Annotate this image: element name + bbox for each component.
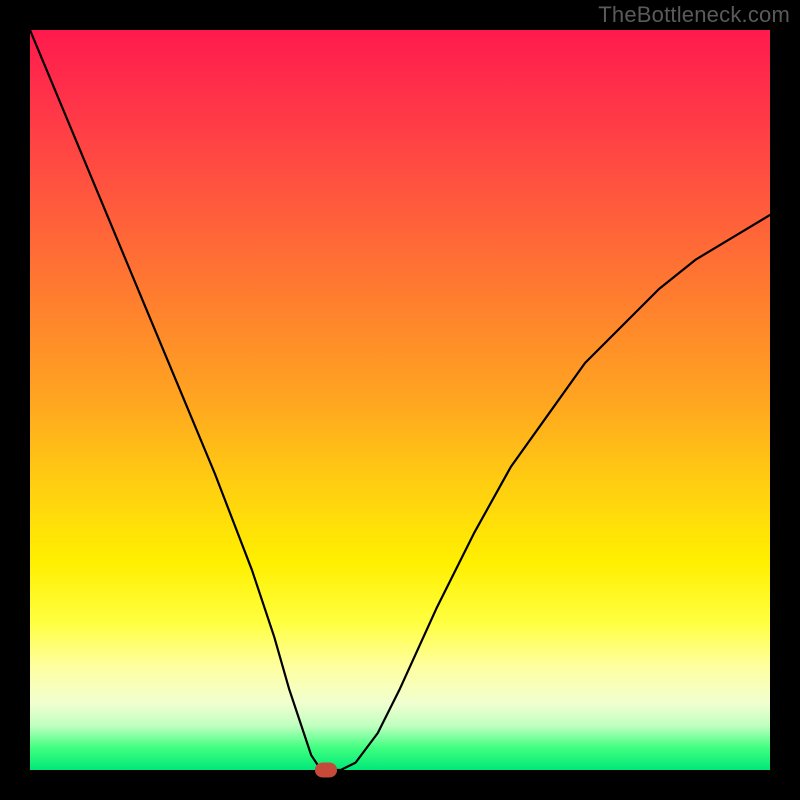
chart-frame: TheBottleneck.com bbox=[0, 0, 800, 800]
optimum-marker bbox=[315, 763, 337, 778]
plot-area bbox=[30, 30, 770, 770]
watermark-label: TheBottleneck.com bbox=[598, 2, 790, 28]
bottleneck-curve bbox=[30, 30, 770, 770]
